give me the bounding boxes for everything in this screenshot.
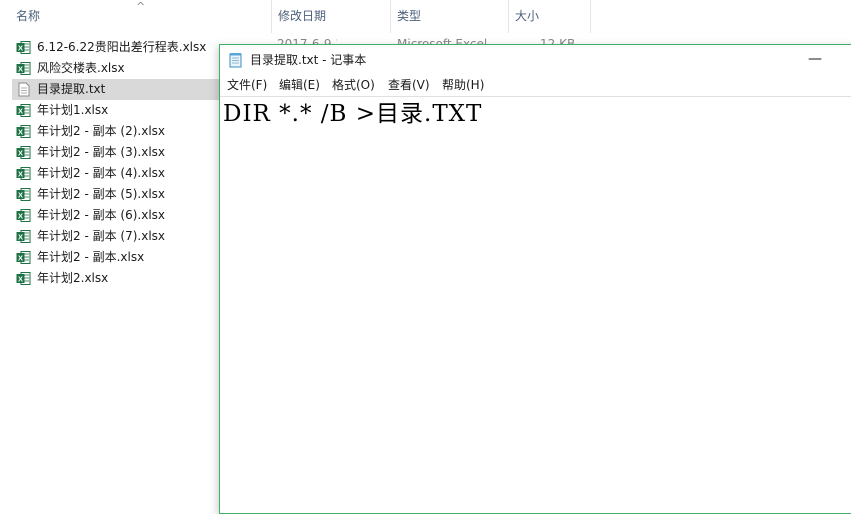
file-name: 年计划1.xlsx [37, 103, 109, 117]
notepad-text-area[interactable]: DIR *.* /B >目录.TXT [220, 96, 851, 513]
excel-icon: X [16, 145, 31, 160]
file-row[interactable]: 目录提取.txt [12, 79, 220, 100]
svg-text:X: X [18, 169, 23, 178]
svg-text:X: X [18, 190, 23, 199]
excel-icon: X [16, 250, 31, 265]
file-name: 年计划2.xlsx [37, 271, 109, 285]
file-name: 目录提取.txt [37, 82, 106, 96]
menu-view[interactable]: 查看(V) [388, 75, 430, 96]
column-header-date-modified[interactable]: 修改日期 [271, 0, 391, 33]
excel-icon: X [16, 208, 31, 223]
notepad-menubar: 文件(F) 编辑(E) 格式(O) 查看(V) 帮助(H) [220, 75, 851, 97]
column-header-type[interactable]: 类型 [391, 0, 509, 33]
notepad-content[interactable]: DIR *.* /B >目录.TXT [223, 99, 482, 129]
svg-text:X: X [18, 127, 23, 136]
column-header-name[interactable]: 名称 [10, 0, 270, 33]
notepad-titlebar[interactable]: 目录提取.txt - 记事本 — [220, 45, 851, 75]
file-name: 6.12-6.22贵阳出差行程表.xlsx [37, 40, 207, 54]
svg-text:X: X [18, 232, 23, 241]
excel-icon: X [16, 229, 31, 244]
excel-icon: X [16, 124, 31, 139]
file-name: 年计划2 - 副本 (5).xlsx [37, 187, 166, 201]
file-name: 年计划2 - 副本 (3).xlsx [37, 145, 166, 159]
svg-text:X: X [18, 211, 23, 220]
notepad-window[interactable]: 目录提取.txt - 记事本 — 文件(F) 编辑(E) 格式(O) 查看(V)… [219, 44, 851, 514]
excel-icon: X [16, 166, 31, 181]
svg-text:X: X [18, 253, 23, 262]
menu-file[interactable]: 文件(F) [227, 75, 267, 96]
svg-text:X: X [18, 148, 23, 157]
excel-icon: X [16, 61, 31, 76]
minimize-button[interactable]: — [800, 45, 830, 75]
text-file-icon [16, 82, 31, 97]
excel-icon: X [16, 187, 31, 202]
file-name: 年计划2 - 副本 (7).xlsx [37, 229, 166, 243]
file-name: 年计划2 - 副本 (2).xlsx [37, 124, 166, 138]
menu-edit[interactable]: 编辑(E) [279, 75, 320, 96]
svg-text:X: X [18, 106, 23, 115]
column-header-bar: ^ 名称 修改日期 类型 大小 [0, 0, 851, 33]
excel-icon: X [16, 271, 31, 286]
column-header-size[interactable]: 大小 [509, 0, 591, 33]
file-name: 年计划2 - 副本 (6).xlsx [37, 208, 166, 222]
menu-help[interactable]: 帮助(H) [442, 75, 484, 96]
svg-text:X: X [18, 64, 23, 73]
file-name: 年计划2 - 副本.xlsx [37, 250, 145, 264]
svg-text:X: X [18, 274, 23, 283]
menu-format[interactable]: 格式(O) [332, 75, 375, 96]
notepad-app-icon [229, 52, 243, 68]
notepad-title: 目录提取.txt - 记事本 [250, 53, 367, 67]
file-name: 年计划2 - 副本 (4).xlsx [37, 166, 166, 180]
svg-text:X: X [18, 43, 23, 52]
excel-icon: X [16, 103, 31, 118]
excel-icon: X [16, 40, 31, 55]
file-name: 风险交楼表.xlsx [37, 61, 125, 75]
